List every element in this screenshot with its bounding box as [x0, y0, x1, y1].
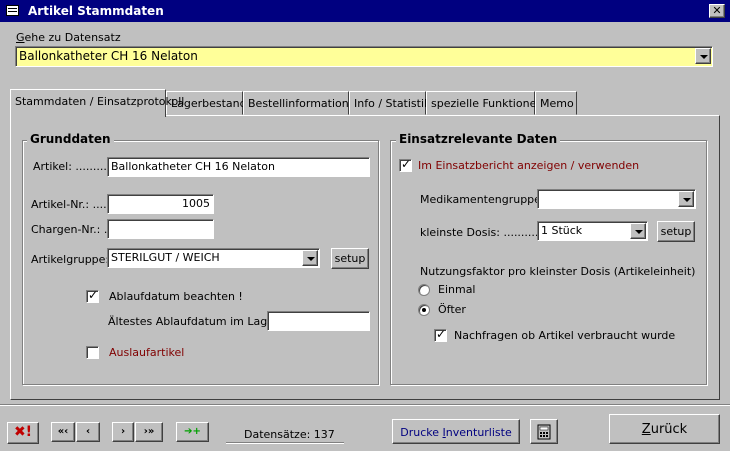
- dosis-label: kleinste Dosis: .............: [420, 226, 549, 239]
- einsatzbericht-checkbox[interactable]: [399, 157, 412, 172]
- medikamentengruppe-label: Medikamentengruppe: .: [420, 193, 552, 206]
- oefter-radio[interactable]: [418, 304, 430, 316]
- prev-record-icon: ‹: [85, 426, 91, 437]
- last-record-button[interactable]: ›»: [135, 422, 163, 442]
- aeltestes-input[interactable]: [267, 311, 370, 331]
- oefter-label: Öfter: [438, 303, 466, 316]
- goto-label: Gehe zu Datensatz: [16, 31, 121, 44]
- einsatz-title: Einsatzrelevante Daten: [396, 132, 561, 146]
- artikel-input[interactable]: Ballonkatheter CH 16 Nelaton: [107, 157, 370, 177]
- goto-value: Ballonkatheter CH 16 Nelaton: [19, 49, 198, 63]
- record-count-underline: [226, 442, 344, 444]
- window-title: Artikel Stammdaten: [28, 4, 164, 18]
- delete-record-button[interactable]: ✖!: [7, 422, 39, 444]
- tab-stammdaten[interactable]: Stammdaten / Einsatzprotokoll: [10, 89, 184, 117]
- ablaufdatum-checkbox[interactable]: [86, 288, 99, 303]
- calculator-button[interactable]: [530, 419, 558, 444]
- artikelnr-label: Artikel-Nr.: ....: [31, 198, 107, 211]
- zurueck-button[interactable]: Zurück: [609, 414, 720, 444]
- chargennr-label: Chargen-Nr.: ...: [31, 223, 115, 236]
- auslaufartikel-checkbox[interactable]: [86, 346, 99, 359]
- drucke-inventurliste-button[interactable]: Drucke Inventurliste: [392, 419, 520, 444]
- calculator-icon: [537, 424, 551, 440]
- tab-bestellinformationen[interactable]: Bestellinformationen: [243, 91, 362, 115]
- next-record-button[interactable]: ›: [112, 422, 134, 442]
- close-icon: ✕: [712, 4, 722, 17]
- chevron-down-icon[interactable]: [695, 48, 711, 64]
- aeltestes-label: Ältestes Ablaufdatum im Lager: ..: [108, 315, 293, 328]
- new-record-icon: ➔+: [184, 426, 201, 437]
- dosis-setup-button[interactable]: setup: [657, 221, 695, 242]
- last-record-icon: ›»: [143, 426, 155, 437]
- tab-info-statistik[interactable]: Info / Statistik: [349, 91, 430, 115]
- chargennr-input[interactable]: [107, 219, 214, 239]
- artikelnr-input[interactable]: 1005: [107, 194, 214, 214]
- grunddaten-title: Grunddaten: [27, 132, 114, 146]
- einsatzbericht-label: Im Einsatzbericht anzeigen / verwenden: [418, 159, 640, 172]
- einmal-label: Einmal: [438, 283, 476, 296]
- artikelgruppe-setup-button[interactable]: setup: [331, 248, 369, 269]
- auslaufartikel-label: Auslaufartikel: [109, 346, 185, 359]
- artikel-label: Artikel: ...........: [33, 160, 114, 173]
- chevron-down-icon[interactable]: [302, 250, 318, 266]
- artikelgruppe-combobox[interactable]: STERILGUT / WEICH: [107, 248, 320, 268]
- dosis-value: 1 Stück: [541, 224, 583, 237]
- nachfragen-label: Nachfragen ob Artikel verbraucht wurde: [454, 329, 676, 342]
- tab-spezielle-funktionen[interactable]: spezielle Funktionen: [426, 91, 543, 115]
- window-icon: [6, 5, 19, 16]
- title-bar: Artikel Stammdaten ✕: [0, 0, 730, 22]
- medikamentengruppe-combobox[interactable]: [537, 189, 696, 209]
- record-count: Datensätze: 137: [244, 428, 335, 441]
- nutzungsfaktor-label: Nutzungsfaktor pro kleinster Dosis (Arti…: [420, 265, 696, 278]
- footer-separator: [0, 404, 730, 406]
- close-button[interactable]: ✕: [709, 4, 725, 18]
- artikelgruppe-label: Artikelgruppe: .: [31, 253, 117, 266]
- tab-memo[interactable]: Memo: [535, 91, 577, 115]
- ablaufdatum-label: Ablaufdatum beachten !: [109, 290, 243, 303]
- delete-icon: ✖!: [13, 424, 33, 440]
- einmal-radio[interactable]: [418, 284, 430, 296]
- first-record-button[interactable]: «‹: [51, 422, 75, 442]
- chevron-down-icon[interactable]: [678, 191, 694, 207]
- chevron-down-icon[interactable]: [630, 223, 646, 239]
- new-record-button[interactable]: ➔+: [176, 422, 209, 442]
- dosis-combobox[interactable]: 1 Stück: [537, 221, 648, 241]
- prev-record-button[interactable]: ‹: [76, 422, 100, 442]
- goto-combobox[interactable]: Ballonkatheter CH 16 Nelaton: [15, 46, 713, 67]
- nachfragen-checkbox[interactable]: [434, 327, 447, 342]
- first-record-icon: «‹: [57, 426, 69, 437]
- einsatz-group: [390, 140, 707, 385]
- artikelgruppe-value: STERILGUT / WEICH: [111, 251, 220, 264]
- next-record-icon: ›: [120, 426, 126, 437]
